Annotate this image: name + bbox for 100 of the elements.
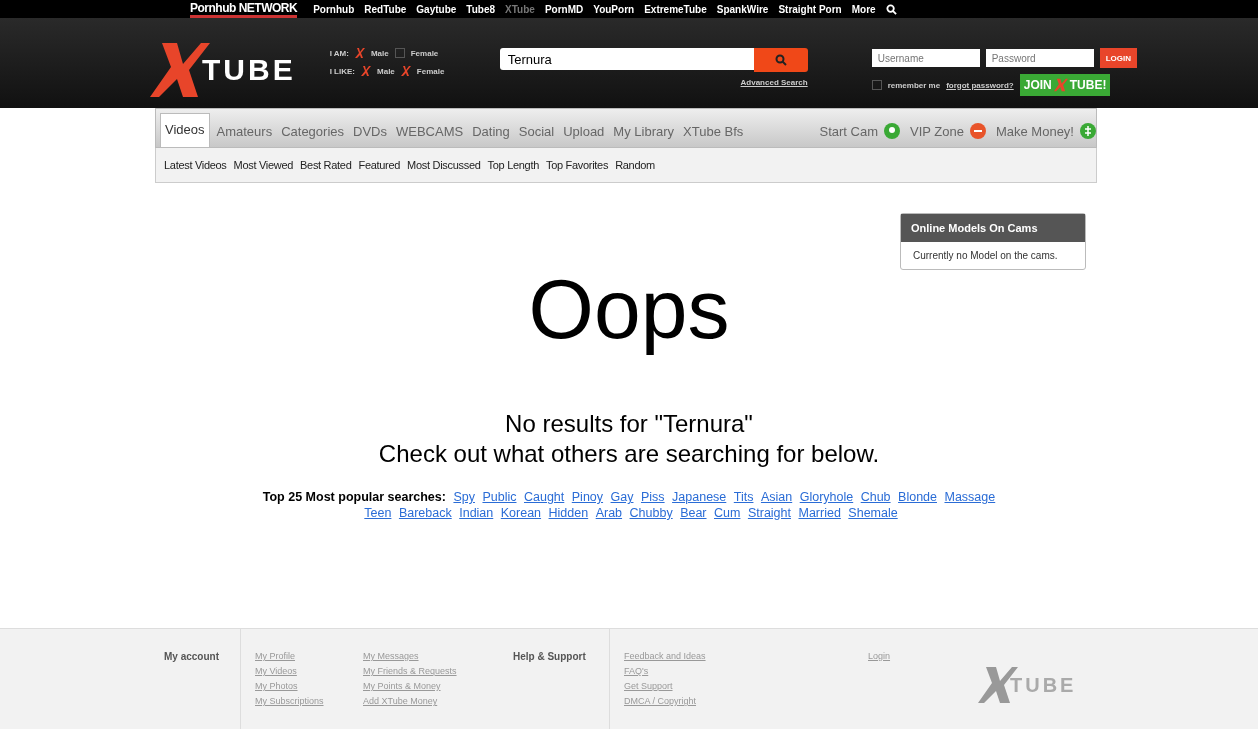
search-link[interactable]: Indian	[459, 506, 494, 520]
footer-link[interactable]: My Messages	[363, 651, 513, 661]
option-label: Male	[370, 48, 389, 58]
nav-link[interactable]: Start Cam	[819, 123, 900, 147]
option-label: Male	[377, 66, 395, 76]
subnav-link[interactable]: Best Rated	[300, 159, 352, 171]
footer-link[interactable]: DMCA / Copyright	[624, 696, 868, 706]
advanced-search-link[interactable]: Advanced Search	[740, 78, 808, 87]
search-link[interactable]: Chub	[860, 490, 891, 504]
join-button[interactable]: JOIN TUBE!	[1019, 74, 1111, 96]
nav-link[interactable]: VIP Zone	[910, 123, 986, 147]
network-link[interactable]: Straight Porn	[778, 3, 842, 15]
x-logo-icon	[1053, 78, 1068, 92]
preference-label: I AM:	[329, 48, 349, 58]
checkbox[interactable]	[400, 66, 411, 76]
search-link[interactable]: Gloryhole	[799, 490, 854, 504]
nav-tab[interactable]: Videos	[160, 113, 210, 147]
footer-heading: Help & Support	[513, 650, 587, 664]
subnav-link[interactable]: Most Viewed	[233, 159, 294, 171]
search-link[interactable]: Public	[482, 490, 517, 504]
network-link[interactable]: XTube	[505, 3, 535, 15]
network-link[interactable]: RedTube	[364, 3, 407, 15]
logo-text[interactable]: TUBE	[202, 53, 296, 87]
search-link[interactable]: Married	[798, 506, 841, 520]
checkbox[interactable]	[354, 48, 365, 58]
nav-tab[interactable]: WEBCAMS	[394, 116, 466, 147]
search-link[interactable]: Korean	[500, 506, 542, 520]
footer-link[interactable]: Add XTube Money	[363, 696, 513, 706]
network-link[interactable]: ExtremeTube	[644, 3, 707, 15]
search-link[interactable]: Shemale	[848, 506, 898, 520]
search-link[interactable]: Bareback	[398, 506, 452, 520]
nav-tab[interactable]: Categories	[279, 116, 347, 147]
search-button[interactable]	[753, 48, 808, 72]
footer-link[interactable]: Feedback and Ideas	[624, 651, 868, 661]
footer-link[interactable]: My Photos	[255, 681, 363, 691]
search-link[interactable]: Cum	[714, 506, 741, 520]
remember-label: remember me	[887, 80, 941, 90]
preference-label: I LIKE:	[329, 66, 355, 76]
footer-link[interactable]: My Subscriptions	[255, 696, 363, 706]
footer-heading: My account	[164, 650, 220, 664]
footer-link[interactable]: My Videos	[255, 666, 363, 676]
network-link[interactable]: More	[851, 3, 876, 15]
search-link[interactable]: Piss	[640, 490, 665, 504]
network-link[interactable]: PornMD	[544, 3, 584, 15]
nav-tab[interactable]: Social	[516, 116, 557, 147]
subnav-link[interactable]: Featured	[358, 159, 401, 171]
checkbox[interactable]	[361, 66, 371, 76]
search-link[interactable]: Chubby	[629, 506, 673, 520]
remember-checkbox[interactable]	[871, 80, 882, 90]
subnav-link[interactable]: Random	[615, 159, 655, 171]
login-link[interactable]: Login	[868, 651, 978, 661]
search-link[interactable]: Bear	[680, 506, 707, 520]
search-link[interactable]: Japanese	[672, 490, 727, 504]
subnav-link[interactable]: Top Favorites	[546, 159, 609, 171]
network-link[interactable]: Pornhub	[313, 3, 355, 15]
forgot-password-link[interactable]: forgot password?	[946, 80, 1014, 90]
footer-link[interactable]: FAQ's	[624, 666, 868, 676]
popular-searches-label: Top 25 Most popular searches:	[262, 490, 446, 504]
search-link[interactable]: Gay	[610, 490, 634, 504]
username-field[interactable]: Username	[871, 49, 980, 67]
no-results-message: No results for "Ternura"	[504, 409, 754, 439]
search-icon[interactable]	[885, 3, 897, 15]
search-link[interactable]: Arab	[595, 506, 623, 520]
search-link[interactable]: Caught	[524, 490, 565, 504]
search-link[interactable]: Blonde	[898, 490, 937, 504]
nav-tab[interactable]: Amateurs	[214, 116, 275, 147]
checkbox[interactable]	[394, 48, 405, 58]
footer-link[interactable]: Get Support	[624, 681, 868, 691]
subnav-link[interactable]: Most Discussed	[407, 159, 481, 171]
search-link[interactable]: Tits	[733, 490, 754, 504]
search-link[interactable]: Straight	[747, 506, 791, 520]
network-link[interactable]: Tube8	[466, 3, 496, 15]
network-link[interactable]: YouPorn	[593, 3, 635, 15]
nav-link[interactable]: Make Money!	[995, 123, 1096, 147]
footer-logo-text: TUBE	[1010, 673, 1077, 697]
footer-link[interactable]: My Profile	[255, 651, 363, 661]
nav-tab[interactable]: My Library	[611, 116, 677, 147]
search-link[interactable]: Massage	[944, 490, 996, 504]
login-button[interactable]: LOGIN	[1099, 48, 1137, 68]
network-link[interactable]: Gaytube	[416, 3, 457, 15]
search-link[interactable]: Hidden	[548, 506, 589, 520]
nav-tab[interactable]: DVDs	[351, 116, 389, 147]
footer-link[interactable]: My Friends & Requests	[363, 666, 513, 676]
search-link[interactable]: Teen	[364, 506, 392, 520]
network-link[interactable]: SpankWire	[716, 3, 769, 15]
search-link[interactable]: Spy	[453, 490, 475, 504]
footer-link[interactable]: My Points & Money	[363, 681, 513, 691]
search-icon	[774, 54, 787, 66]
nav-tab[interactable]: XTube Bfs	[681, 116, 746, 147]
nav-tab[interactable]: Upload	[561, 116, 607, 147]
subnav-link[interactable]: Latest Videos	[164, 159, 227, 171]
nav-tab[interactable]: Dating	[470, 116, 512, 147]
search-link[interactable]: Pinoy	[571, 490, 604, 504]
search-hint: Check out what others are searching for below.	[378, 439, 880, 469]
option-label: Female	[416, 66, 445, 76]
search-link[interactable]: Asian	[760, 490, 793, 504]
panel-text: Currently no Model on the cams.	[912, 249, 1059, 263]
password-field[interactable]: Password	[985, 49, 1094, 67]
option-label: Female	[410, 48, 439, 58]
subnav-link[interactable]: Top Length	[487, 159, 539, 171]
